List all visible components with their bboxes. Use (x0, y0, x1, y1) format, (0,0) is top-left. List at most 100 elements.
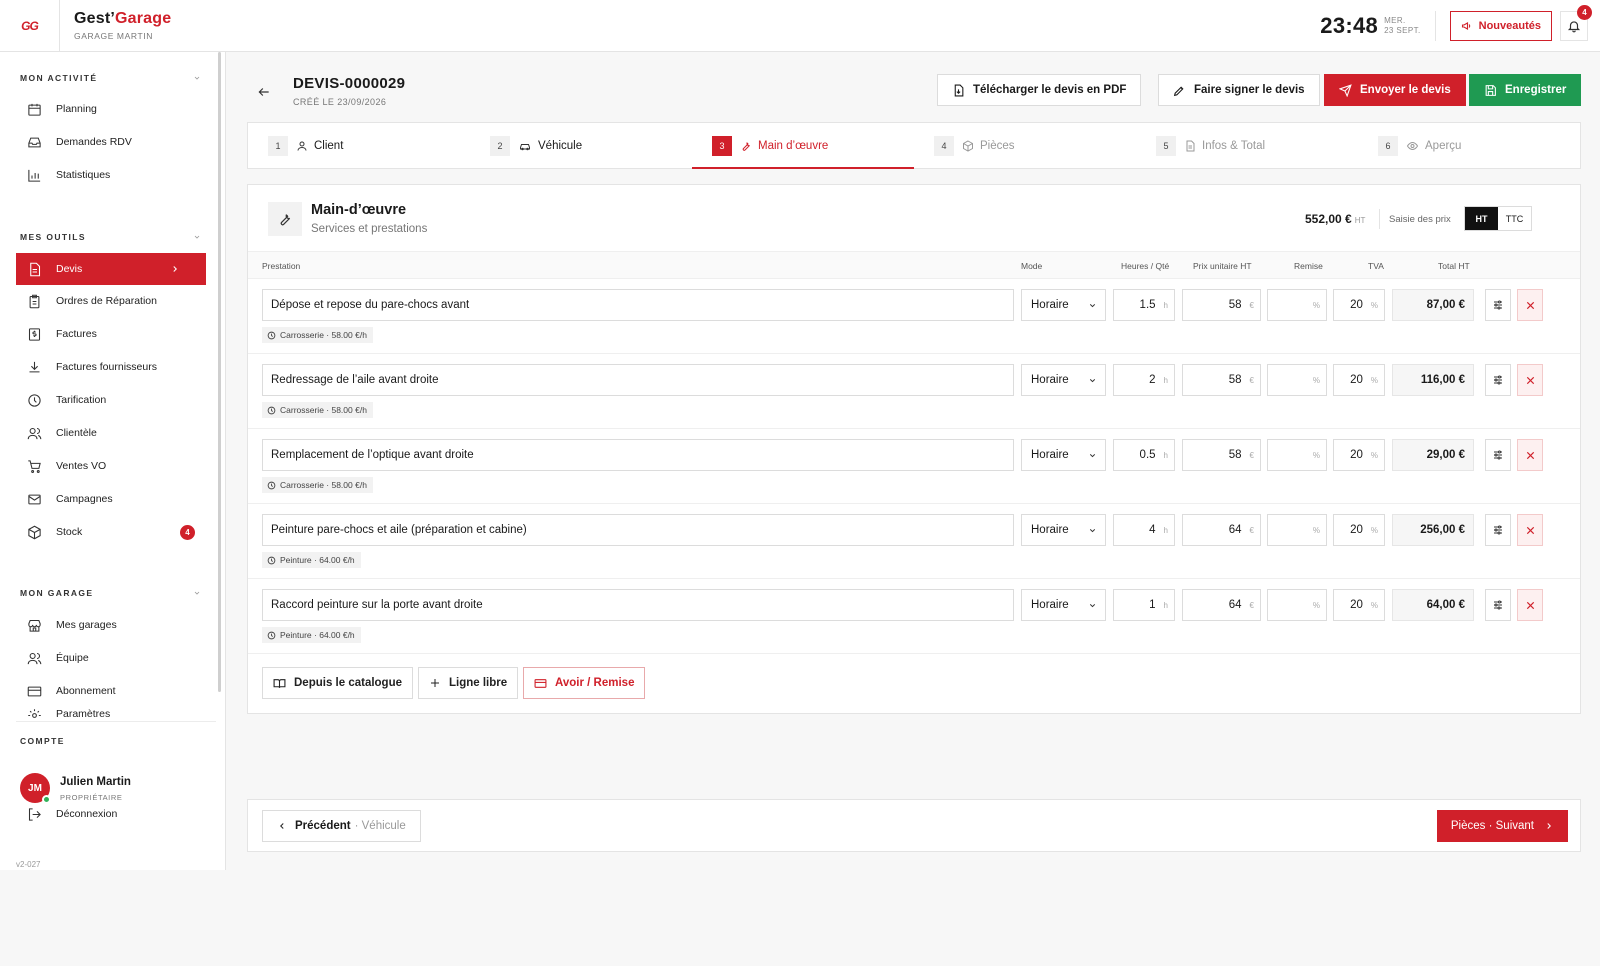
sidebar-item-label: Ventes VO (56, 460, 107, 472)
sidebar-item-factures[interactable]: Factures (16, 318, 206, 350)
sidebar-item-label: Factures (56, 328, 97, 340)
tab-vehicule[interactable]: 2 Véhicule (470, 123, 692, 168)
save-button[interactable]: Enregistrer (1469, 74, 1582, 106)
discount-input[interactable]: % (1267, 589, 1327, 621)
sidebar-item-clientele[interactable]: Clientèle (16, 417, 206, 449)
hours-value: 4 (1149, 524, 1156, 536)
row-settings-button[interactable] (1485, 289, 1511, 321)
sidebar-item-statistiques[interactable]: Statistiques (16, 159, 206, 191)
mode-select[interactable]: Horaire (1021, 589, 1106, 621)
sidebar-item-label: Paramètres (56, 708, 111, 718)
back-arrow-icon[interactable] (257, 85, 271, 99)
next-button[interactable]: Pièces · Suivant (1436, 810, 1568, 842)
row-settings-button[interactable] (1485, 364, 1511, 396)
toggle-ht[interactable]: HT (1465, 207, 1498, 230)
unit-price-input[interactable]: 58 € (1182, 289, 1261, 321)
toggle-ttc[interactable]: TTC (1498, 207, 1531, 230)
description-input[interactable]: Dépose et repose du pare-chocs avant (262, 289, 1014, 321)
chevron-down-icon[interactable] (193, 74, 201, 82)
sign-quote-button[interactable]: Faire signer le devis (1158, 74, 1320, 106)
sidebar-item-equipe[interactable]: Équipe (16, 642, 206, 674)
sidebar-item-campagnes[interactable]: Campagnes (16, 483, 206, 515)
unit-price-input[interactable]: 64 € (1182, 589, 1261, 621)
row-delete-button[interactable] (1517, 439, 1543, 471)
tab-apercu[interactable]: 6 Aperçu (1358, 123, 1580, 168)
discount-input[interactable]: % (1267, 439, 1327, 471)
row-settings-button[interactable] (1485, 514, 1511, 546)
unit-price-input[interactable]: 64 € (1182, 514, 1261, 546)
vat-input[interactable]: 20% (1333, 439, 1385, 471)
mode-select[interactable]: Horaire (1021, 364, 1106, 396)
chevron-down-icon[interactable] (193, 589, 201, 597)
bell-icon (1567, 21, 1581, 33)
vat-value: 20 (1350, 449, 1363, 461)
sidebar-scrollbar[interactable] (218, 52, 221, 692)
tab-main-oeuvre[interactable]: 3 Main d’œuvre (692, 123, 914, 169)
add-free-line-button[interactable]: Ligne libre (418, 667, 519, 699)
description-input[interactable]: Peinture pare-chocs et aile (préparation… (262, 514, 1014, 546)
sidebar-item-ordres-reparation[interactable]: Ordres de Réparation (16, 285, 206, 317)
row-delete-button[interactable] (1517, 589, 1543, 621)
vat-input[interactable]: 20% (1333, 589, 1385, 621)
table-row: Dépose et repose du pare-chocs avant Hor… (248, 279, 1580, 354)
unit-price-input[interactable]: 58 € (1182, 364, 1261, 396)
previous-target: · Véhicule (354, 820, 406, 832)
sidebar-divider (16, 721, 216, 722)
row-settings-button[interactable] (1485, 589, 1511, 621)
mode-select[interactable]: Horaire (1021, 289, 1106, 321)
app-logo[interactable]: GG (0, 0, 60, 52)
description-input[interactable]: Raccord peinture sur la porte avant droi… (262, 589, 1014, 621)
sidebar-item-mes-garages[interactable]: Mes garages (16, 609, 206, 641)
hours-input[interactable]: 0.5 h (1113, 439, 1175, 471)
chevron-down-icon[interactable] (193, 233, 201, 241)
hours-input[interactable]: 1h (1113, 589, 1175, 621)
clock-icon (267, 406, 276, 414)
vat-value: 20 (1350, 524, 1363, 536)
sidebar-item-stock[interactable]: Stock 4 (16, 516, 206, 548)
store-icon (28, 619, 41, 632)
vat-input[interactable]: 20% (1333, 289, 1385, 321)
vat-input[interactable]: 20% (1333, 364, 1385, 396)
row-delete-button[interactable] (1517, 514, 1543, 546)
notifications-button[interactable]: 4 (1560, 5, 1592, 41)
unit-suffix: h (1163, 450, 1168, 460)
mode-select[interactable]: Horaire (1021, 439, 1106, 471)
chevron-left-icon (280, 823, 284, 829)
mode-select[interactable]: Horaire (1021, 514, 1106, 546)
sidebar-item-devis[interactable]: Devis (16, 253, 206, 285)
credit-discount-button[interactable]: Avoir / Remise (523, 667, 646, 699)
sidebar-item-planning[interactable]: Planning (16, 93, 206, 125)
row-delete-button[interactable] (1517, 364, 1543, 396)
discount-input[interactable]: % (1267, 289, 1327, 321)
tab-client[interactable]: 1 Client (248, 123, 470, 168)
tab-pieces[interactable]: 4 Pièces (914, 123, 1136, 168)
row-delete-button[interactable] (1517, 289, 1543, 321)
sidebar-item-tarification[interactable]: Tarification (16, 384, 206, 416)
chevron-down-icon (1089, 303, 1096, 307)
add-free-line-label: Ligne libre (449, 677, 508, 689)
user-icon (297, 141, 307, 151)
sidebar-item-factures-fournisseurs[interactable]: Factures fournisseurs (16, 351, 206, 383)
logout-button[interactable]: Déconnexion (16, 798, 206, 830)
vat-input[interactable]: 20% (1333, 514, 1385, 546)
sidebar-item-abonnement[interactable]: Abonnement (16, 675, 206, 707)
hours-input[interactable]: 2h (1113, 364, 1175, 396)
step-number: 5 (1156, 135, 1176, 156)
sidebar-item-ventes-vo[interactable]: Ventes VO (16, 450, 206, 482)
hours-input[interactable]: 4h (1113, 514, 1175, 546)
sidebar-item-demandes-rdv[interactable]: Demandes RDV (16, 126, 206, 158)
news-button[interactable]: Nouveautés (1449, 11, 1552, 41)
send-quote-button[interactable]: Envoyer le devis (1324, 74, 1466, 106)
unit-price-input[interactable]: 58 € (1182, 439, 1261, 471)
previous-button[interactable]: Précédent · Véhicule (262, 810, 421, 842)
discount-input[interactable]: % (1267, 514, 1327, 546)
discount-input[interactable]: % (1267, 364, 1327, 396)
description-input[interactable]: Redressage de l’aile avant droite (262, 364, 1014, 396)
download-pdf-button[interactable]: Télécharger le devis en PDF (937, 74, 1142, 106)
tab-infos-total[interactable]: 5 Infos & Total (1136, 123, 1358, 168)
sidebar-item-parametres[interactable]: Paramètres (16, 708, 206, 718)
hours-input[interactable]: 1.5 h (1113, 289, 1175, 321)
add-from-catalog-button[interactable]: Depuis le catalogue (262, 667, 414, 699)
description-input[interactable]: Remplacement de l’optique avant droite (262, 439, 1014, 471)
row-settings-button[interactable] (1485, 439, 1511, 471)
